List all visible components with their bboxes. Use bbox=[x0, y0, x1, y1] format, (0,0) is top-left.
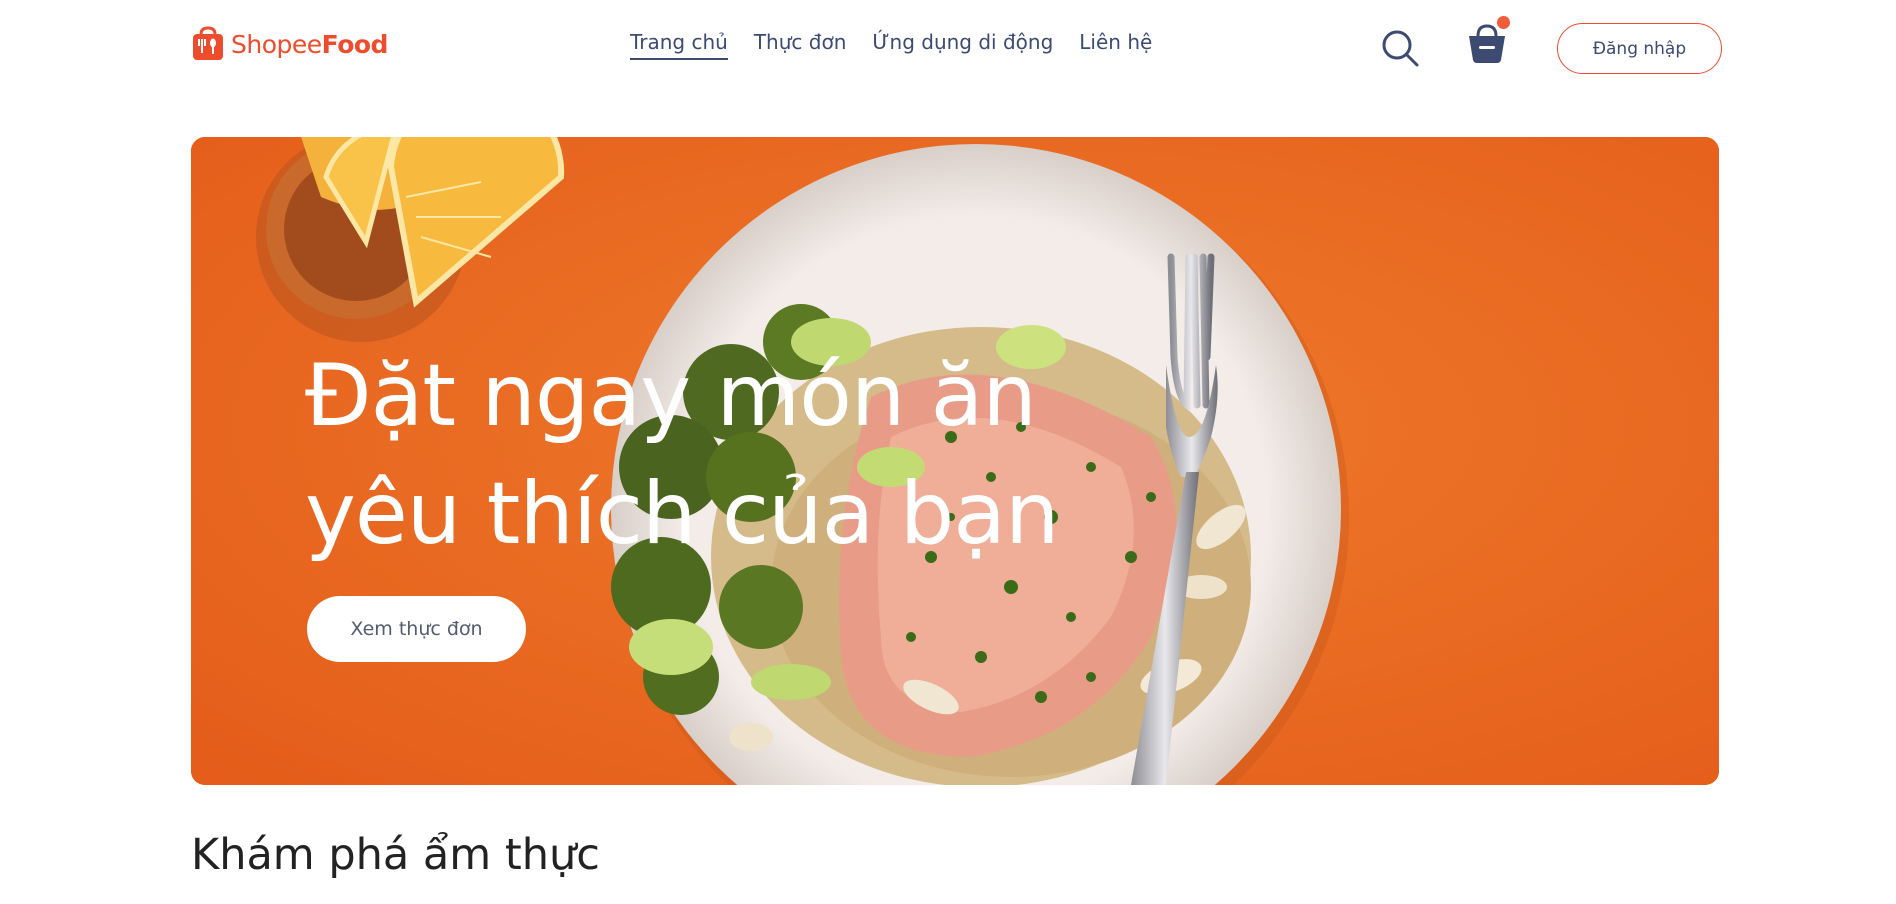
section-title: Khám phá ẩm thực bbox=[191, 830, 600, 880]
hero-title: Đặt ngay món ăn yêu thích của bạn bbox=[305, 337, 1060, 573]
search-icon[interactable] bbox=[1380, 28, 1420, 68]
view-menu-button[interactable]: Xem thực đơn bbox=[307, 596, 526, 662]
logo-text-light: Shopee bbox=[231, 29, 322, 59]
logo-wordmark: ShopeeFood bbox=[231, 30, 388, 59]
hero-title-line-1: Đặt ngay món ăn bbox=[305, 346, 1037, 446]
cart-notification-dot bbox=[1497, 16, 1510, 29]
login-button[interactable]: Đăng nhập bbox=[1557, 23, 1722, 74]
main-nav: Trang chủ Thực đơn Ứng dụng di động Liên… bbox=[630, 30, 1152, 60]
nav-item-contact[interactable]: Liên hệ bbox=[1079, 30, 1152, 60]
shopeefood-logo-icon bbox=[193, 26, 223, 60]
hero-title-line-2: yêu thích của bạn bbox=[305, 464, 1060, 564]
nav-item-menu[interactable]: Thực đơn bbox=[754, 30, 847, 60]
nav-item-home[interactable]: Trang chủ bbox=[630, 30, 728, 60]
hero-banner: Đặt ngay món ăn yêu thích của bạn Xem th… bbox=[191, 137, 1719, 785]
site-header: ShopeeFood Trang chủ Thực đơn Ứng dụng d… bbox=[0, 0, 1896, 96]
shopeefood-logo[interactable]: ShopeeFood bbox=[191, 26, 388, 62]
logo-text-bold: Food bbox=[321, 29, 389, 59]
nav-item-mobile-app[interactable]: Ứng dụng di động bbox=[872, 30, 1053, 60]
